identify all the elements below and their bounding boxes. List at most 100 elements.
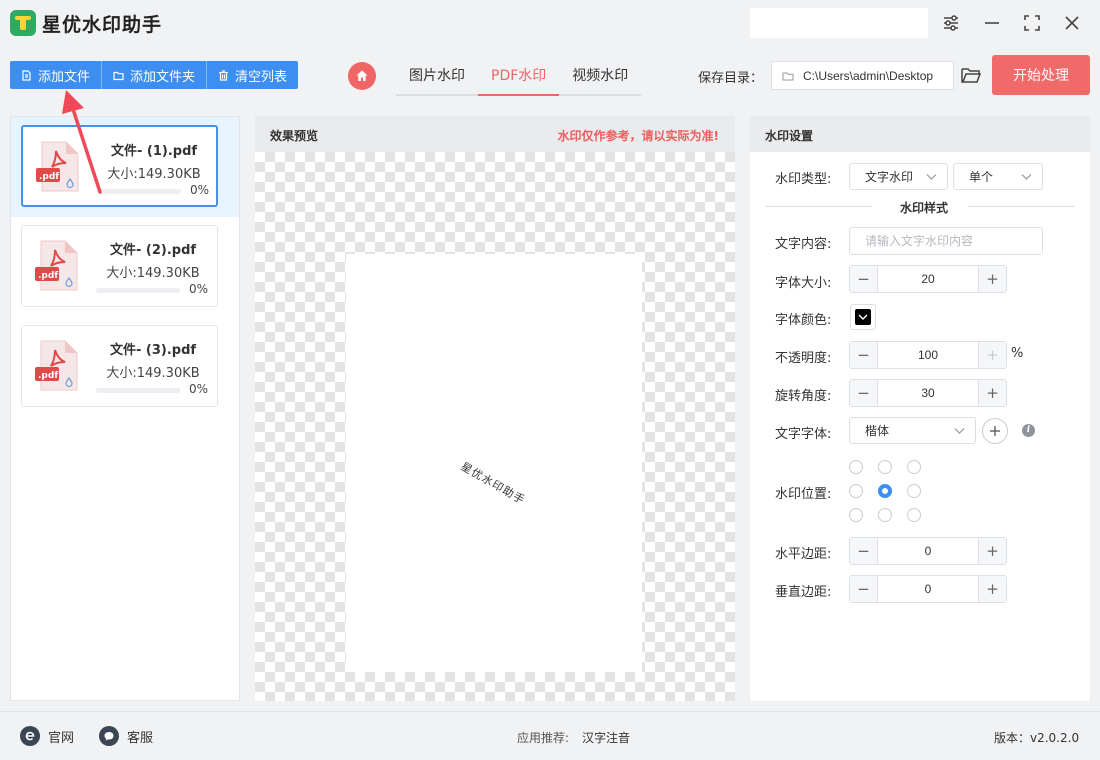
add-file-button[interactable]: 添加文件	[10, 61, 103, 89]
rotation-stepper: − 30 +	[849, 379, 1007, 407]
position-radio-center[interactable]	[878, 484, 892, 498]
opacity-increase-button[interactable]: +	[978, 342, 1006, 368]
watermark-settings-panel: 水印设置 水印类型: 文字水印 单个 水印样式 文字内容: 字体大小: − 20…	[750, 116, 1090, 701]
position-radio-top-right[interactable]	[907, 460, 921, 474]
file-list-panel: .pdf 文件- (1).pdf 大小:149.30KB 0% .pdf 文件-…	[10, 116, 240, 701]
preview-title: 效果预览	[270, 129, 319, 143]
customer-service-link[interactable]: 客服	[99, 726, 153, 746]
progress-text: 0%	[189, 183, 209, 197]
file-size: 大小:149.30KB	[107, 167, 201, 182]
tab-pdf-watermark[interactable]: PDF水印	[478, 60, 560, 96]
vmargin-value[interactable]: 0	[878, 576, 978, 602]
start-processing-button[interactable]: 开始处理	[992, 55, 1090, 95]
font-family-select[interactable]: 楷体	[849, 417, 976, 444]
file-item[interactable]: .pdf 文件- (2).pdf 大小:149.30KB 0%	[21, 225, 218, 307]
hmargin-value[interactable]: 0	[878, 538, 978, 564]
hmargin-decrease-button[interactable]: −	[850, 538, 878, 564]
hmargin-increase-button[interactable]: +	[978, 538, 1006, 564]
folder-icon	[113, 71, 124, 80]
save-dir-label: 保存目录：	[698, 71, 764, 86]
settings-header: 水印设置	[750, 116, 1090, 152]
add-font-button[interactable]	[982, 418, 1008, 444]
position-radio-top-left[interactable]	[849, 460, 863, 474]
recommend-app-link[interactable]: 汉字注音	[582, 729, 630, 746]
folder-outline-icon	[782, 72, 794, 80]
customer-service-label: 客服	[127, 730, 154, 746]
watermark-text-input[interactable]	[849, 227, 1043, 255]
info-icon[interactable]: i	[1022, 424, 1035, 437]
opacity-label: 不透明度:	[775, 351, 832, 366]
website-link[interactable]: 官网	[20, 726, 74, 746]
font-color-picker[interactable]	[850, 304, 876, 330]
app-title: 星优水印助手	[42, 14, 163, 36]
position-radio-middle-right[interactable]	[907, 484, 921, 498]
file-name: 文件- (3).pdf	[109, 343, 197, 358]
add-folder-label: 添加文件夹	[130, 69, 196, 85]
maximize-icon[interactable]	[1019, 10, 1045, 36]
website-label: 官网	[48, 730, 75, 746]
rotation-decrease-button[interactable]: −	[850, 380, 878, 406]
home-button[interactable]	[348, 62, 376, 90]
vertical-margin-stepper: − 0 +	[849, 575, 1007, 603]
font-family-value: 楷体	[865, 424, 890, 438]
file-item[interactable]: .pdf 文件- (1).pdf 大小:149.30KB 0%	[21, 125, 218, 207]
footer-bar: 官网 客服 应用推荐: 汉字注音 版本：v2.0.2.0	[0, 711, 1100, 760]
minimize-icon[interactable]	[979, 10, 1005, 36]
pdf-file-icon: .pdf	[35, 240, 78, 291]
file-name: 文件- (2).pdf	[109, 243, 197, 258]
rotation-increase-button[interactable]: +	[978, 380, 1006, 406]
position-radio-middle-left[interactable]	[849, 484, 863, 498]
progress-bar	[97, 189, 181, 194]
settings-title: 水印设置	[765, 129, 814, 143]
section-divider-left	[765, 206, 872, 207]
open-folder-icon[interactable]	[960, 64, 982, 86]
horizontal-margin-stepper: − 0 +	[849, 537, 1007, 565]
title-bar: 星优水印助手	[0, 0, 1100, 48]
mode-select-value: 单个	[969, 170, 994, 184]
close-icon[interactable]	[1059, 10, 1085, 36]
progress-text: 0%	[188, 382, 208, 396]
pdf-file-icon: .pdf	[36, 141, 79, 192]
settings-sliders-icon[interactable]	[938, 10, 964, 36]
position-radio-bottom-right[interactable]	[907, 508, 921, 522]
chevron-down-icon	[1021, 174, 1032, 180]
opacity-stepper: − 100 +	[849, 341, 1007, 369]
file-item[interactable]: .pdf 文件- (3).pdf 大小:149.30KB 0%	[21, 325, 218, 407]
watermark-mode-select[interactable]: 单个	[953, 163, 1043, 190]
tab-image-watermark[interactable]: 图片水印	[396, 60, 478, 94]
recommend-label: 应用推荐:	[517, 731, 570, 745]
progress-bar	[96, 388, 180, 393]
svg-text:.pdf: .pdf	[38, 271, 58, 281]
position-radio-bottom-center[interactable]	[878, 508, 892, 522]
position-radio-bottom-left[interactable]	[849, 508, 863, 522]
clear-list-button[interactable]: 清空列表	[207, 61, 298, 89]
font-size-value[interactable]: 20	[878, 266, 978, 292]
font-size-increase-button[interactable]: +	[978, 266, 1006, 292]
save-dir-path: C:\Users\admin\Desktop	[803, 68, 934, 83]
watermark-type-select[interactable]: 文字水印	[849, 163, 948, 190]
opacity-value[interactable]: 100	[878, 342, 978, 368]
text-content-label: 文字内容:	[775, 237, 832, 252]
tab-video-watermark[interactable]: 视频水印	[559, 60, 641, 94]
rotation-value[interactable]: 30	[878, 380, 978, 406]
mode-tabs: 图片水印 PDF水印 视频水印	[396, 60, 642, 96]
trash-icon	[219, 69, 229, 81]
save-dir-input[interactable]: C:\Users\admin\Desktop	[771, 61, 954, 90]
font-size-stepper: − 20 +	[849, 265, 1007, 293]
font-color-label: 字体颜色:	[775, 313, 832, 328]
version-text: 版本：v2.0.2.0	[994, 731, 1080, 745]
vmargin-decrease-button[interactable]: −	[850, 576, 878, 602]
add-folder-button[interactable]: 添加文件夹	[102, 61, 208, 89]
opacity-decrease-button[interactable]: −	[850, 342, 878, 368]
position-radio-top-center[interactable]	[878, 460, 892, 474]
file-name: 文件- (1).pdf	[110, 144, 198, 159]
title-blank-area	[750, 8, 928, 38]
horizontal-margin-label: 水平边距:	[775, 547, 832, 562]
vmargin-increase-button[interactable]: +	[978, 576, 1006, 602]
type-label: 水印类型:	[775, 172, 832, 187]
file-button-group: 添加文件 添加文件夹 清空列表	[10, 61, 299, 89]
preview-panel: 效果预览 水印仅作参考，请以实际为准! 星优水印助手	[255, 116, 735, 701]
section-divider-right	[968, 206, 1075, 207]
font-size-decrease-button[interactable]: −	[850, 266, 878, 292]
font-family-label: 文字字体:	[775, 427, 832, 442]
